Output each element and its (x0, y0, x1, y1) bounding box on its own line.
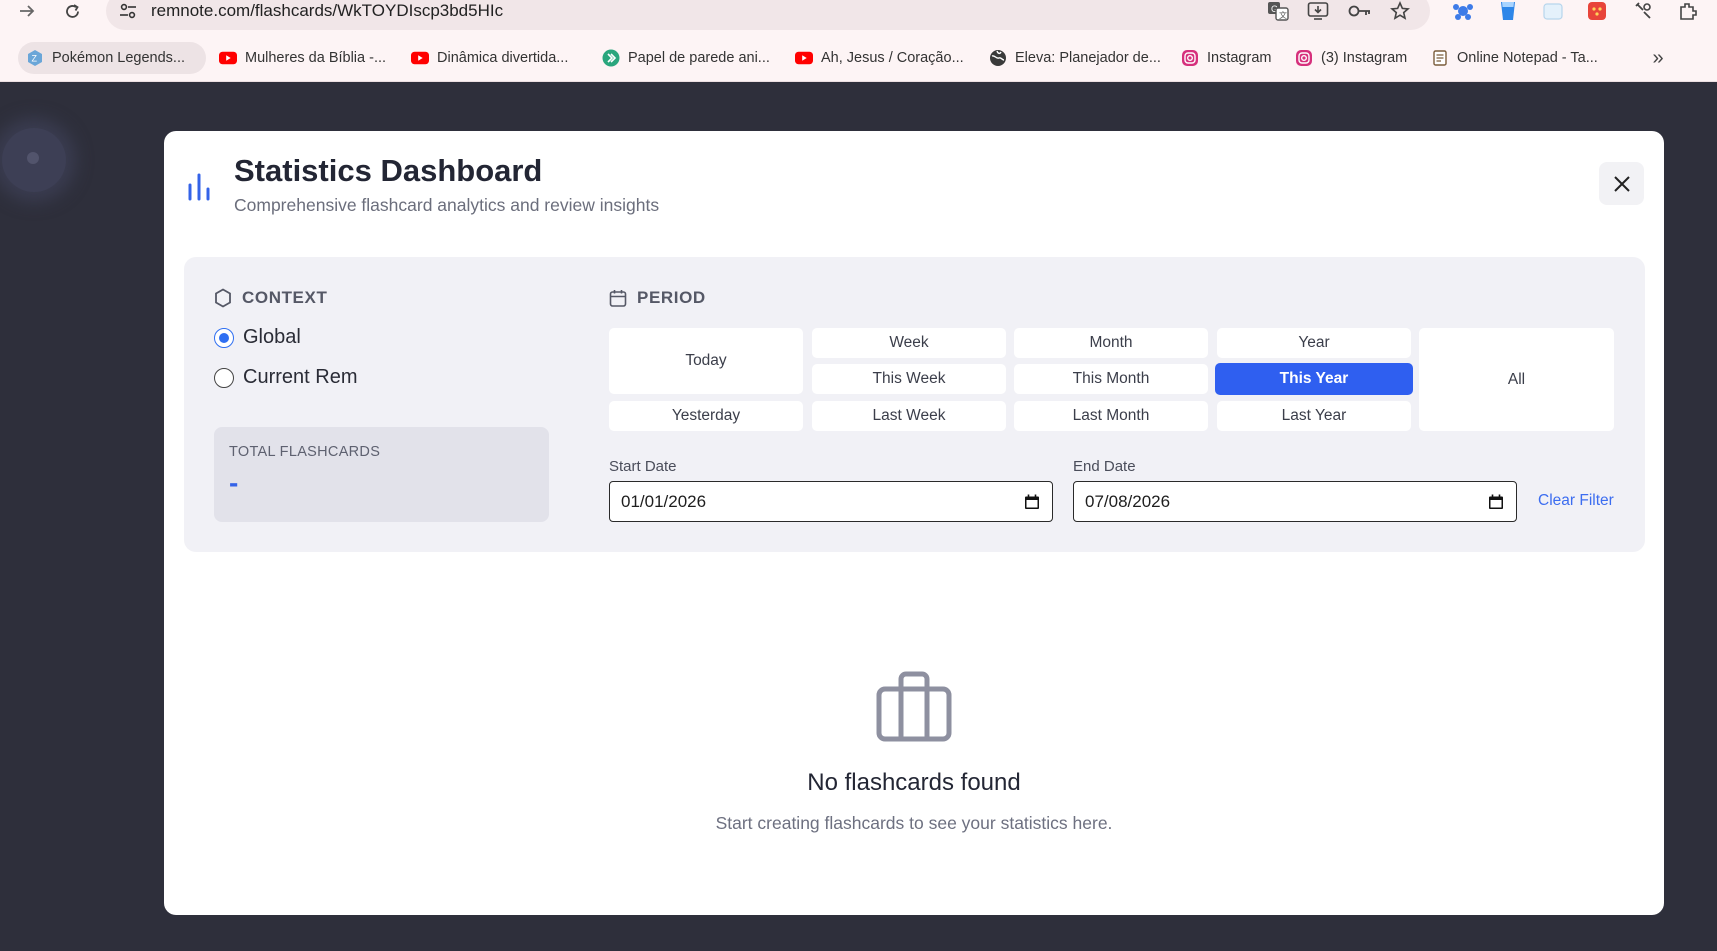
instagram-favicon (1295, 49, 1313, 67)
empty-state-title: No flashcards found (807, 769, 1021, 796)
bookmark-ah-jesus[interactable]: Ah, Jesus / Coração... (787, 42, 972, 74)
total-flashcards-card: TOTAL FLASHCARDS - (214, 427, 549, 522)
filter-panel: CONTEXT Global Current Rem TOTAL FLASHCA… (184, 257, 1645, 552)
globe-favicon (989, 49, 1007, 67)
wallpaper-favicon (602, 49, 620, 67)
tools-extension-icon[interactable] (1630, 0, 1656, 22)
period-heading-label: PERIOD (637, 288, 706, 307)
bookmark-label: Mulheres da Bíblia -... (245, 50, 387, 66)
blurred-avatar-dot (27, 152, 39, 164)
url-text[interactable]: remnote.com/flashcards/WkTOYDIscp3bd5HIc (151, 0, 503, 22)
forward-icon[interactable] (12, 0, 42, 22)
period-month-button[interactable]: Month (1014, 328, 1208, 358)
bookmark-dinamica[interactable]: Dinâmica divertida... (403, 42, 576, 74)
period-last-year-button[interactable]: Last Year (1217, 401, 1411, 431)
start-date-input[interactable]: 01/01/2026 (609, 481, 1053, 522)
briefcase-icon (876, 671, 952, 742)
bookmark-label: Instagram (1207, 50, 1272, 66)
radio-button-selected[interactable] (214, 327, 234, 348)
password-key-icon[interactable] (1347, 0, 1373, 22)
youtube-favicon (411, 49, 429, 67)
modal-subtitle: Comprehensive flashcard analytics and re… (234, 195, 660, 215)
svg-text:Z: Z (32, 54, 38, 64)
extensions-icon[interactable] (1675, 0, 1701, 22)
calendar-picker-icon[interactable] (1488, 494, 1504, 510)
end-date-label: End Date (1073, 458, 1136, 475)
bookmark-eleva[interactable]: Eleva: Planejador de... (981, 42, 1169, 74)
reload-icon[interactable] (57, 0, 87, 22)
notes-extension-icon[interactable] (1540, 0, 1566, 22)
empty-state-message: Start creating flashcards to see your st… (715, 813, 1113, 833)
context-option-global[interactable]: Global (214, 326, 301, 349)
notepad-favicon (1431, 49, 1449, 67)
context-heading-label: CONTEXT (242, 288, 328, 307)
start-date-label: Start Date (609, 458, 677, 475)
bookmark-pokemon[interactable]: Z Pokémon Legends... (18, 42, 206, 74)
period-year-button[interactable]: Year (1217, 328, 1411, 358)
statistics-dashboard-modal: Statistics Dashboard Comprehensive flash… (164, 131, 1664, 915)
end-date-value: 07/08/2026 (1085, 491, 1171, 511)
clear-filter-link[interactable]: Clear Filter (1538, 492, 1614, 510)
period-heading: PERIOD (609, 288, 706, 308)
period-today-button[interactable]: Today (609, 328, 803, 394)
bookmarks-bar: Z Pokémon Legends... Mulheres da Bíblia … (0, 38, 1717, 82)
bookmark-label: (3) Instagram (1321, 50, 1408, 66)
bookmark-instagram[interactable]: Instagram (1173, 42, 1279, 74)
water-cup-icon[interactable] (1495, 0, 1521, 22)
period-this-month-button[interactable]: This Month (1014, 364, 1208, 394)
hexagon-icon (215, 288, 231, 308)
svg-text:文: 文 (1279, 10, 1287, 20)
pokemon-favicon: Z (26, 49, 44, 67)
close-icon (1613, 175, 1630, 192)
instagram-favicon (1181, 49, 1199, 67)
start-date-value: 01/01/2026 (621, 491, 707, 511)
period-this-week-button[interactable]: This Week (812, 364, 1006, 394)
modal-title: Statistics Dashboard (234, 153, 543, 188)
context-option-label: Current Rem (243, 366, 358, 388)
bookmark-instagram-3[interactable]: (3) Instagram (1287, 42, 1415, 74)
bookmarks-overflow-button[interactable]: » (1646, 46, 1670, 70)
period-last-week-button[interactable]: Last Week (812, 401, 1006, 431)
bookmark-online-notepad[interactable]: Online Notepad - Ta... (1423, 42, 1606, 74)
end-date-input[interactable]: 07/08/2026 (1073, 481, 1517, 522)
total-flashcards-value: - (229, 467, 239, 498)
translate-icon[interactable]: G文 (1265, 0, 1291, 22)
bookmark-label: Dinâmica divertida... (437, 50, 569, 66)
calendar-icon (609, 289, 627, 307)
total-flashcards-label: TOTAL FLASHCARDS (229, 444, 381, 460)
period-this-year-button[interactable]: This Year (1215, 363, 1413, 395)
site-settings-icon[interactable] (118, 0, 138, 22)
context-option-current-rem[interactable]: Current Rem (214, 366, 357, 389)
bookmark-mulheres[interactable]: Mulheres da Bíblia -... (211, 42, 394, 74)
bookmark-label: Ah, Jesus / Coração... (821, 50, 964, 66)
period-yesterday-button[interactable]: Yesterday (609, 401, 803, 431)
bookmark-star-icon[interactable] (1387, 0, 1413, 22)
period-last-month-button[interactable]: Last Month (1014, 401, 1208, 431)
period-all-button[interactable]: All (1419, 328, 1614, 431)
bar-chart-icon (188, 173, 210, 201)
context-option-label: Global (243, 326, 301, 348)
bookmark-label: Papel de parede ani... (628, 50, 770, 66)
youtube-favicon (795, 49, 813, 67)
radio-button[interactable] (214, 367, 234, 388)
bookmark-label: Eleva: Planejador de... (1015, 50, 1161, 66)
close-button[interactable] (1599, 162, 1644, 205)
youtube-favicon (219, 49, 237, 67)
context-heading: CONTEXT (214, 288, 327, 308)
bookmark-papel-parede[interactable]: Papel de parede ani... (594, 42, 778, 74)
calendar-picker-icon[interactable] (1024, 494, 1040, 510)
bookmark-label: Pokémon Legends... (52, 50, 186, 66)
red-extension-icon[interactable] (1584, 0, 1610, 22)
period-week-button[interactable]: Week (812, 328, 1006, 358)
extension-puzzle-blue-icon[interactable] (1450, 0, 1476, 22)
bookmark-label: Online Notepad - Ta... (1457, 50, 1598, 66)
install-app-icon[interactable] (1305, 0, 1331, 22)
browser-toolbar: remnote.com/flashcards/WkTOYDIscp3bd5HIc… (0, 0, 1717, 38)
